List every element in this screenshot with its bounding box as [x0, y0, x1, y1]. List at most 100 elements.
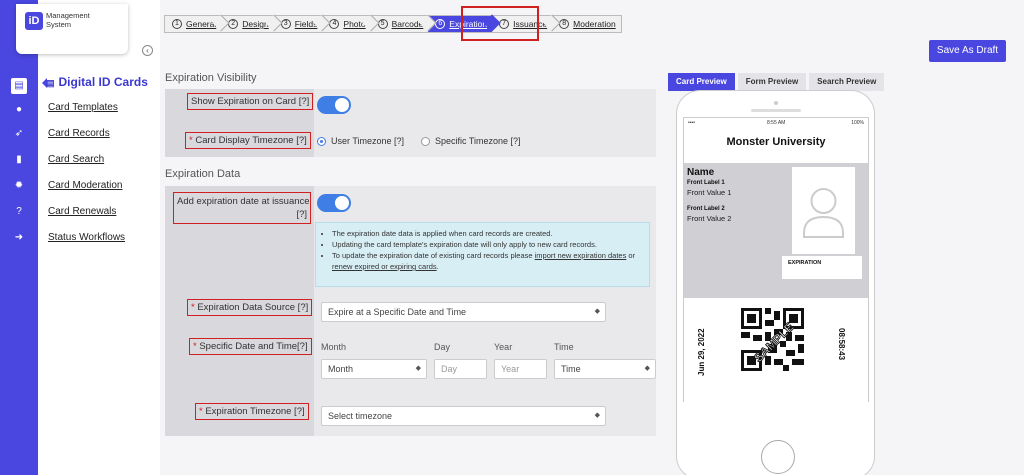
add-expiration-toggle[interactable] — [317, 194, 351, 212]
user-timezone-radio[interactable]: User Timezone [?] — [317, 136, 404, 146]
help-icon[interactable]: ? — [11, 204, 27, 220]
select-caret-icon: ◆ — [594, 412, 600, 419]
avatar-placeholder-icon — [803, 188, 844, 238]
phone-camera — [774, 101, 778, 105]
tab-search-preview[interactable]: Search Preview — [809, 73, 885, 91]
info-text: or — [626, 251, 636, 260]
card-university: Monster University — [726, 136, 826, 148]
time-select[interactable]: Time ◆ — [554, 359, 656, 379]
expiration-time: 08:58:43 — [837, 328, 846, 361]
radio-label: Specific Timezone [?] — [435, 136, 521, 146]
chat-icon[interactable]: ● — [11, 102, 27, 118]
rocket-icon[interactable]: ➶ — [11, 126, 27, 142]
data-source-label: * Expiration Data Source [?] — [187, 299, 313, 316]
step-label: Barcode — [391, 19, 424, 29]
tab-form-preview[interactable]: Form Preview — [737, 73, 807, 91]
step-number: 2 — [228, 19, 239, 29]
highlight-box — [461, 6, 539, 41]
info-line: Updating the card template's expiration … — [332, 239, 643, 250]
timezone-select[interactable]: Select timezone ◆ — [321, 406, 606, 426]
expiration-timezone-label: * Expiration Timezone [?] — [195, 403, 309, 420]
year-header: Year — [494, 342, 513, 352]
brand-logo[interactable]: iD Management System — [16, 4, 128, 54]
renew-cards-link[interactable]: renew expired or expiring cards — [332, 262, 437, 271]
step-number: 4 — [329, 19, 340, 29]
status-time: 8:55 AM — [767, 120, 786, 126]
radio-dot — [421, 136, 430, 146]
page-indicator — [752, 289, 802, 302]
time-header: Time — [554, 342, 574, 352]
year-input[interactable]: Year — [494, 359, 547, 379]
step-number: 6 — [435, 19, 446, 29]
logo-mark: iD — [25, 12, 43, 30]
timezone-placeholder: Select timezone — [328, 411, 393, 421]
sidebar-item-card-renewals[interactable]: Card Renewals — [48, 206, 116, 217]
step-photo[interactable]: 4 Photo — [322, 14, 380, 32]
collapse-sidebar-icon[interactable]: ‹ — [142, 45, 153, 56]
status-bar: •••• 8:55 AM 100% — [684, 118, 868, 128]
show-expiration-toggle[interactable] — [317, 96, 351, 114]
select-caret-icon: ◆ — [415, 365, 421, 372]
specific-datetime-label: * Specific Date and Time[?] — [189, 338, 312, 355]
sidebar-item-card-search[interactable]: Card Search — [48, 154, 104, 165]
battery-level: 100% — [851, 120, 864, 126]
brand-name: Management System — [46, 11, 90, 29]
expiration-field: EXPIRATION — [782, 256, 862, 279]
add-expiration-label: Add expiration date at issuance [?] — [173, 192, 311, 224]
step-number: 3 — [280, 19, 291, 29]
time-value: Time — [561, 364, 581, 374]
radio-dot — [317, 136, 326, 146]
display-timezone-label: * Card Display Timezone [?] — [185, 132, 311, 149]
month-value: Month — [328, 364, 354, 374]
card-icon[interactable]: ▤ — [11, 78, 27, 94]
step-design[interactable]: 2 Design — [221, 14, 283, 32]
specific-timezone-radio[interactable]: Specific Timezone [?] — [421, 136, 521, 146]
data-source-value: Expire at a Specific Date and Time — [328, 307, 467, 317]
select-caret-icon: ◆ — [594, 308, 600, 315]
sidebar-item-card-templates[interactable]: Card Templates — [48, 102, 118, 113]
phone-screen: •••• 8:55 AM 100% Monster University Nam… — [683, 117, 869, 402]
section-title-data: Expiration Data — [165, 168, 241, 180]
sidebar-item-card-moderation[interactable]: Card Moderation — [48, 180, 122, 191]
import-dates-link[interactable]: import new expiration dates — [535, 251, 627, 260]
wizard-steps: 1 General 2 Design 3 Fields 4 Photo 5 Barcode… — [164, 14, 622, 33]
month-header: Month — [321, 342, 347, 352]
gear-icon[interactable]: ✹ — [11, 178, 27, 194]
data-source-label-text: Expiration Data Source [?] — [197, 302, 309, 313]
step-number: 5 — [377, 19, 388, 29]
sidebar-title-label: Digital ID Cards — [58, 75, 148, 89]
data-source-select[interactable]: Expire at a Specific Date and Time ◆ — [321, 302, 606, 322]
phone-mockup: •••• 8:55 AM 100% Monster University Nam… — [676, 90, 875, 475]
show-expiration-label: Show Expiration on Card [?] — [187, 93, 314, 110]
sidebar-item-status-workflows[interactable]: Status Workflows — [48, 232, 125, 243]
document-icon[interactable]: ▮ — [11, 152, 27, 168]
main-panel: 1 General 2 Design 3 Fields 4 Photo 5 Barcode… — [160, 0, 1024, 475]
step-label: Moderation — [573, 19, 616, 29]
step-label: Design — [242, 19, 269, 29]
step-label: Photo — [343, 19, 366, 29]
card-front: Name Front Label 1 Front Value 1 Front L… — [684, 163, 868, 302]
save-as-draft-button[interactable]: Save As Draft — [929, 40, 1006, 62]
preview-tabs: Card Preview Form Preview Search Preview — [668, 73, 887, 91]
day-input[interactable]: Day — [434, 359, 487, 379]
logout-icon[interactable]: ➜ — [11, 230, 27, 246]
add-expiration-label-text: Add expiration date at issuance — [177, 196, 310, 207]
step-general[interactable]: 1 General — [165, 14, 230, 32]
signal-indicator: •••• — [688, 120, 696, 126]
info-line: To update the expiration date of existin… — [332, 250, 643, 272]
radio-label: User Timezone [?] — [331, 136, 405, 146]
display-timezone-label-text: Card Display Timezone [?] — [195, 135, 307, 146]
sidebar-item-card-records[interactable]: Card Records — [48, 128, 110, 139]
specific-datetime-label-text: Specific Date and Time[?] — [199, 341, 308, 352]
step-moderation[interactable]: 8 Moderation — [552, 16, 621, 32]
home-button — [761, 440, 795, 474]
step-barcode[interactable]: 5 Barcode — [371, 14, 437, 32]
icon-rail: ▤ ● ➶ ▮ ✹ ? ➜ — [0, 0, 38, 475]
month-select[interactable]: Month ◆ — [321, 359, 427, 379]
tab-card-preview[interactable]: Card Preview — [668, 73, 735, 91]
expiration-date: Jun 29, 2022 — [697, 328, 706, 376]
front-label-1: Front Label 1 — [687, 180, 725, 186]
app: ▤ ● ➶ ▮ ✹ ? ➜ iD Management System ‹ ▤ Di… — [0, 0, 1024, 475]
step-label: General — [186, 19, 217, 29]
add-expiration-help: [?] — [296, 209, 307, 220]
